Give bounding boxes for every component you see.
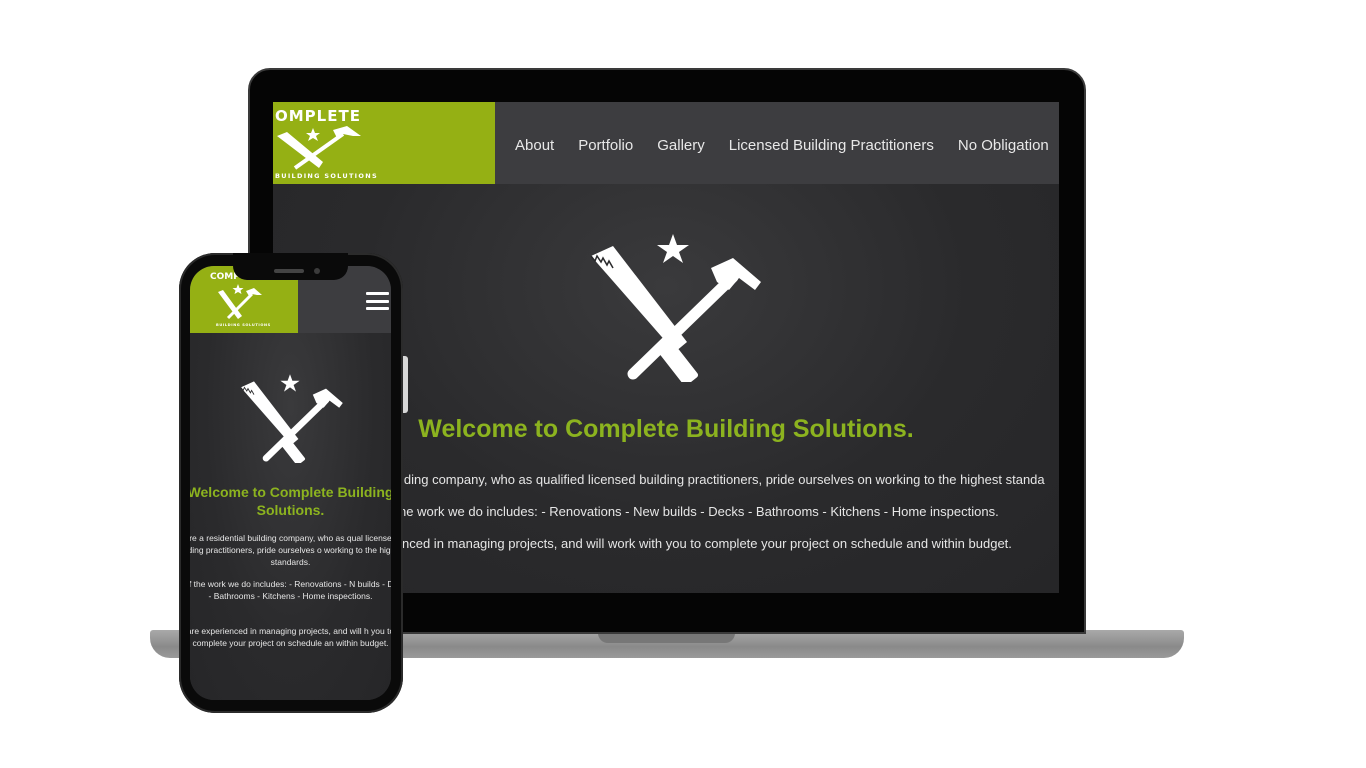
phone-side-button <box>403 356 408 413</box>
mobile-hero-paragraph-1: are a residential building company, who … <box>190 533 391 567</box>
site-logo[interactable]: OMPLETE BUILDING SOLUTIONS <box>273 102 495 184</box>
mobile-hero-paragraph-2: me of the work we do includes: - Renovat… <box>190 579 391 601</box>
mobile-hero-title: Welcome to Complete Building Solutions. <box>190 484 391 518</box>
mobile-hero-section: Welcome to Complete Building Solutions. … <box>190 333 391 700</box>
site-header: OMPLETE BUILDING SOLUTIONS About Portfol… <box>273 102 1059 184</box>
saw-hammer-logo-icon <box>590 234 761 382</box>
phone-screen: COMP BUILDING SOLUTIONS Welcome to Compl… <box>190 266 391 700</box>
phone-speaker <box>274 269 304 273</box>
main-nav: About Portfolio Gallery Licensed Buildin… <box>515 137 1059 154</box>
logo-tools-icon <box>277 126 361 170</box>
phone-notch <box>233 253 348 280</box>
logo-subtitle: BUILDING SOLUTIONS <box>275 172 378 180</box>
hero-paragraph-2: ne work we do includes: - Renovations - … <box>399 504 999 519</box>
hamburger-menu-icon[interactable] <box>366 292 389 310</box>
hero-paragraph-3: nced in managing projects, and will work… <box>402 536 1012 551</box>
mobile-saw-hammer-logo-icon <box>240 374 343 463</box>
mobile-logo-subtitle: BUILDING SOLUTIONS <box>216 323 271 327</box>
nav-gallery[interactable]: Gallery <box>657 137 705 154</box>
hero-paragraph-1: lding company, who as qualified licensed… <box>401 472 1045 487</box>
phone-camera <box>314 268 320 274</box>
mobile-hero-paragraph-3: are experienced in managing projects, an… <box>190 626 391 648</box>
nav-portfolio[interactable]: Portfolio <box>578 137 633 154</box>
nav-about[interactable]: About <box>515 137 554 154</box>
mobile-logo-tools-icon <box>218 284 262 320</box>
nav-no-obligation[interactable]: No Obligation <box>958 137 1049 154</box>
mobile-star-icon <box>280 374 300 392</box>
nav-licensed-building-practitioners[interactable]: Licensed Building Practitioners <box>729 137 934 154</box>
star-icon <box>657 234 689 263</box>
